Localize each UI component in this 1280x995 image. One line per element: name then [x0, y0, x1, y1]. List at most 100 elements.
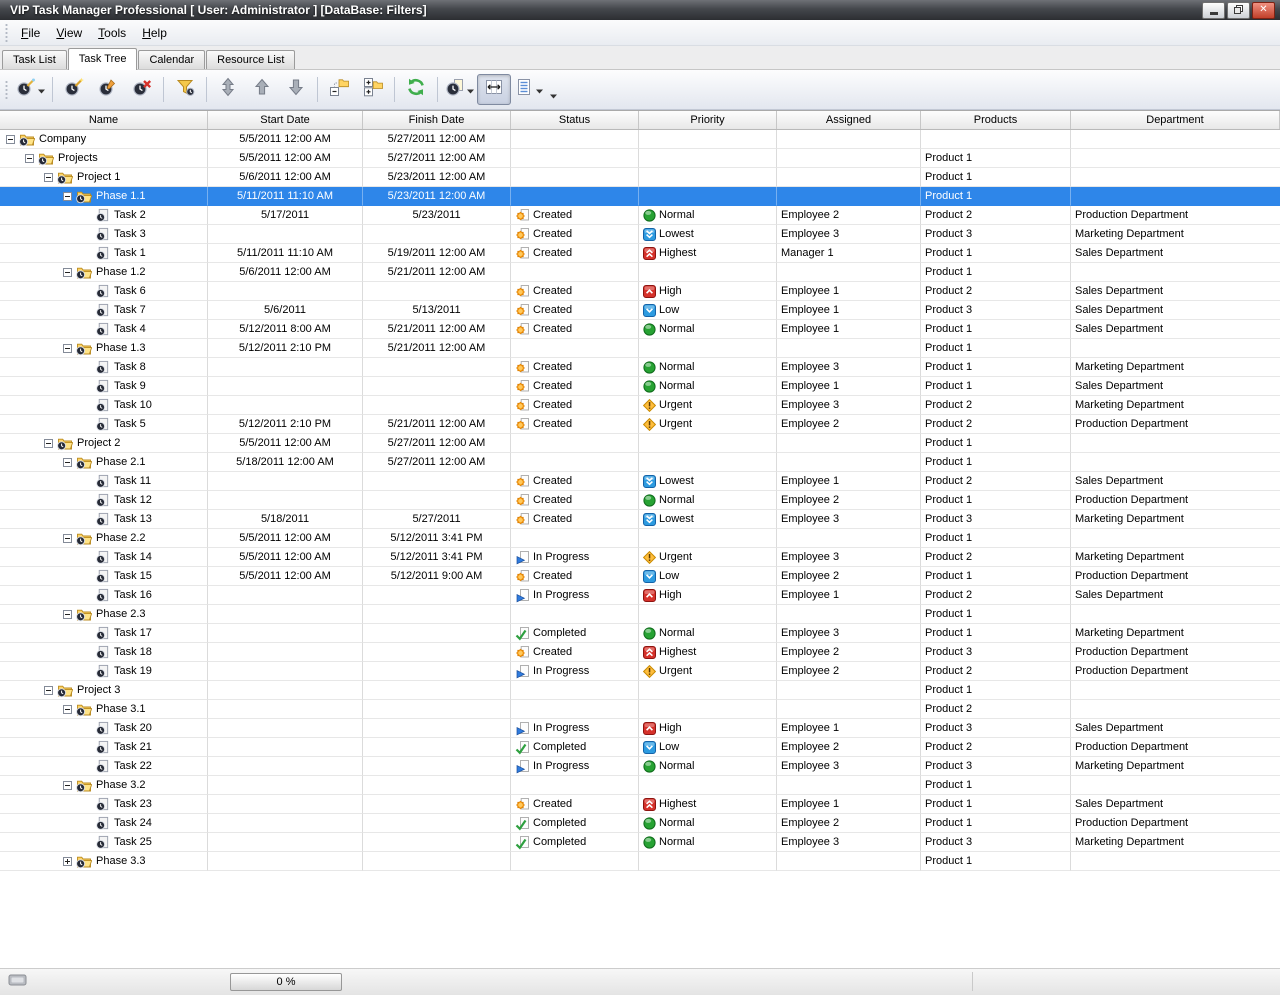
cell-name[interactable]: Phase 3.2	[0, 776, 208, 795]
cell-assigned[interactable]: Employee 1	[777, 795, 921, 814]
cell-finish-date[interactable]: 5/12/2011 3:41 PM	[363, 529, 511, 548]
cell-finish-date[interactable]: 5/27/2011 12:00 AM	[363, 453, 511, 472]
cell-name[interactable]: Company	[0, 130, 208, 149]
cell-finish-date[interactable]: 5/27/2011 12:00 AM	[363, 434, 511, 453]
cell-department[interactable]	[1071, 700, 1280, 719]
cell-start-date[interactable]	[208, 605, 363, 624]
cell-products[interactable]: Product 2	[921, 738, 1071, 757]
cell-products[interactable]: Product 1	[921, 681, 1071, 700]
table-row-task-25[interactable]: Task 25CompletedNormalEmployee 3Product …	[0, 833, 1280, 852]
cell-start-date[interactable]: 5/12/2011 2:10 PM	[208, 415, 363, 434]
cell-start-date[interactable]	[208, 681, 363, 700]
cell-name[interactable]: Phase 3.1	[0, 700, 208, 719]
cell-priority[interactable]	[639, 130, 777, 149]
task-wizard-button[interactable]	[13, 74, 48, 105]
tab-task-list[interactable]: Task List	[2, 50, 67, 69]
cell-products[interactable]: Product 1	[921, 624, 1071, 643]
cell-department[interactable]: Marketing Department	[1071, 510, 1280, 529]
cell-department[interactable]: Marketing Department	[1071, 548, 1280, 567]
cell-department[interactable]	[1071, 263, 1280, 282]
cell-priority[interactable]: Lowest	[639, 472, 777, 491]
cell-products[interactable]: Product 3	[921, 833, 1071, 852]
cell-department[interactable]	[1071, 852, 1280, 871]
cell-products[interactable]: Product 1	[921, 605, 1071, 624]
cell-finish-date[interactable]	[363, 719, 511, 738]
cell-department[interactable]: Marketing Department	[1071, 757, 1280, 776]
panel-icon[interactable]	[8, 973, 28, 992]
cell-name[interactable]: Project 2	[0, 434, 208, 453]
cell-finish-date[interactable]	[363, 814, 511, 833]
cell-start-date[interactable]	[208, 377, 363, 396]
cell-priority[interactable]: Normal	[639, 757, 777, 776]
cell-products[interactable]: Product 1	[921, 814, 1071, 833]
cell-priority[interactable]	[639, 187, 777, 206]
cell-name[interactable]: Task 20	[0, 719, 208, 738]
cell-products[interactable]: Product 2	[921, 662, 1071, 681]
cell-priority[interactable]	[639, 776, 777, 795]
cell-finish-date[interactable]	[363, 776, 511, 795]
expand-minus-icon[interactable]	[63, 705, 72, 714]
table-row-task-19[interactable]: Task 19In ProgressUrgentEmployee 2Produc…	[0, 662, 1280, 681]
cell-status[interactable]	[511, 605, 639, 624]
cell-products[interactable]: Product 3	[921, 757, 1071, 776]
cell-assigned[interactable]: Employee 2	[777, 567, 921, 586]
close-button[interactable]: ✕	[1252, 2, 1275, 19]
cell-assigned[interactable]	[777, 130, 921, 149]
expand-minus-icon[interactable]	[44, 439, 53, 448]
cell-name[interactable]: Task 14	[0, 548, 208, 567]
cell-status[interactable]: In Progress	[511, 757, 639, 776]
table-row-task-13[interactable]: Task 135/18/20115/27/2011CreatedLowestEm…	[0, 510, 1280, 529]
cell-finish-date[interactable]	[363, 358, 511, 377]
cell-priority[interactable]	[639, 700, 777, 719]
cell-finish-date[interactable]	[363, 377, 511, 396]
cell-products[interactable]: Product 1	[921, 244, 1071, 263]
cell-priority[interactable]: High	[639, 282, 777, 301]
cell-assigned[interactable]: Employee 2	[777, 738, 921, 757]
cell-products[interactable]: Product 1	[921, 852, 1071, 871]
cell-name[interactable]: Task 1	[0, 244, 208, 263]
cell-finish-date[interactable]: 5/21/2011 12:00 AM	[363, 263, 511, 282]
cell-department[interactable]: Production Department	[1071, 415, 1280, 434]
cell-name[interactable]: Task 5	[0, 415, 208, 434]
cell-priority[interactable]: Low	[639, 301, 777, 320]
cell-status[interactable]	[511, 453, 639, 472]
column-header-finish-date[interactable]: Finish Date	[363, 111, 511, 129]
cell-priority[interactable]: Normal	[639, 320, 777, 339]
move-up-button[interactable]	[245, 74, 279, 105]
cell-start-date[interactable]: 5/11/2011 11:10 AM	[208, 187, 363, 206]
cell-priority[interactable]: Highest	[639, 643, 777, 662]
cell-start-date[interactable]	[208, 225, 363, 244]
cell-name[interactable]: Task 8	[0, 358, 208, 377]
cell-status[interactable]	[511, 434, 639, 453]
cell-products[interactable]: Product 2	[921, 206, 1071, 225]
cell-department[interactable]	[1071, 681, 1280, 700]
cell-department[interactable]: Sales Department	[1071, 244, 1280, 263]
cell-status[interactable]	[511, 681, 639, 700]
cell-products[interactable]: Product 2	[921, 700, 1071, 719]
table-row-task-2[interactable]: Task 25/17/20115/23/2011CreatedNormalEmp…	[0, 206, 1280, 225]
cell-department[interactable]	[1071, 529, 1280, 548]
cell-start-date[interactable]: 5/5/2011 12:00 AM	[208, 548, 363, 567]
cell-start-date[interactable]	[208, 282, 363, 301]
cell-priority[interactable]: Normal	[639, 377, 777, 396]
cell-name[interactable]: Task 12	[0, 491, 208, 510]
cell-department[interactable]	[1071, 168, 1280, 187]
cell-priority[interactable]	[639, 263, 777, 282]
table-row-task-7[interactable]: Task 75/6/20115/13/2011CreatedLowEmploye…	[0, 301, 1280, 320]
cell-start-date[interactable]: 5/5/2011 12:00 AM	[208, 529, 363, 548]
cell-start-date[interactable]	[208, 662, 363, 681]
table-row-task-12[interactable]: Task 12CreatedNormalEmployee 2Product 1P…	[0, 491, 1280, 510]
cell-department[interactable]: Sales Department	[1071, 795, 1280, 814]
menu-tools[interactable]: Tools	[90, 23, 134, 43]
cell-name[interactable]: Task 22	[0, 757, 208, 776]
cell-start-date[interactable]: 5/5/2011 12:00 AM	[208, 149, 363, 168]
new-task-button[interactable]	[57, 74, 91, 105]
cell-assigned[interactable]	[777, 168, 921, 187]
cell-department[interactable]: Marketing Department	[1071, 358, 1280, 377]
table-row-project-2[interactable]: Project 25/5/2011 12:00 AM5/27/2011 12:0…	[0, 434, 1280, 453]
cell-status[interactable]	[511, 339, 639, 358]
cell-status[interactable]: Completed	[511, 624, 639, 643]
cell-name[interactable]: Task 16	[0, 586, 208, 605]
expand-minus-icon[interactable]	[6, 135, 15, 144]
table-row-task-5[interactable]: Task 55/12/2011 2:10 PM5/21/2011 12:00 A…	[0, 415, 1280, 434]
